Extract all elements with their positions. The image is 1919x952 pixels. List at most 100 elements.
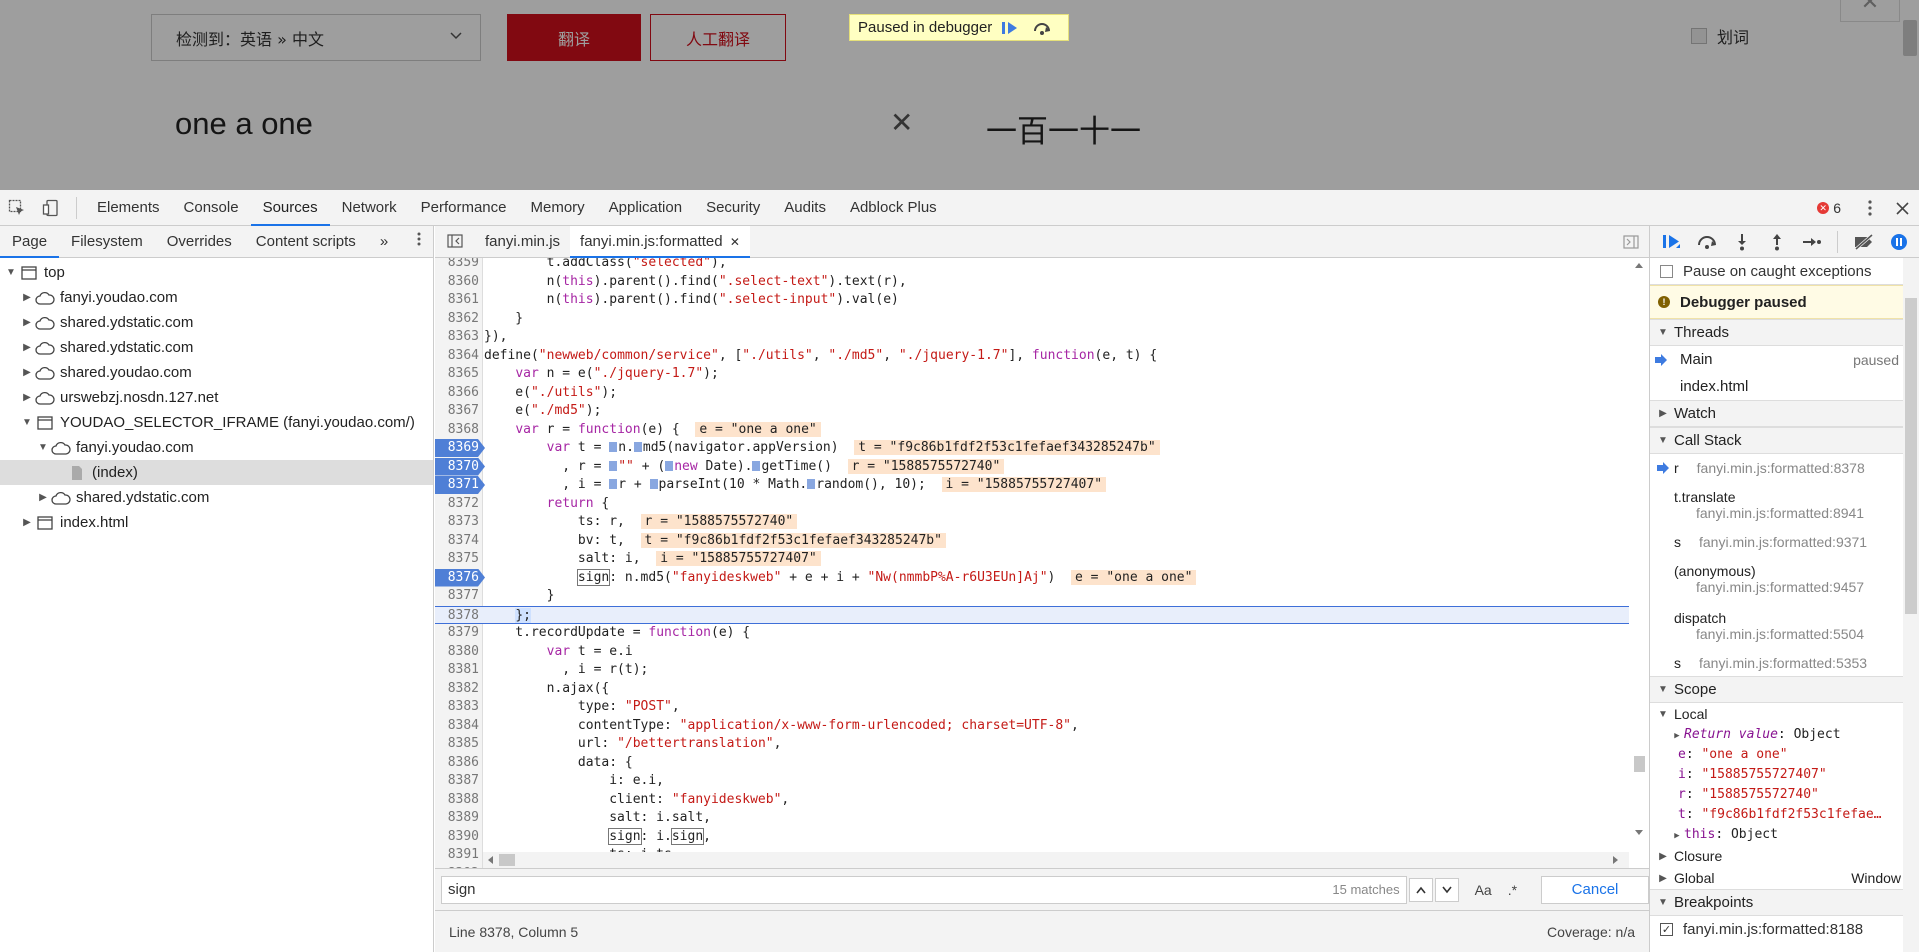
tab-elements[interactable]: Elements <box>85 190 172 226</box>
tab-adblock-plus[interactable]: Adblock Plus <box>838 190 949 226</box>
device-toolbar-icon[interactable] <box>34 190 68 226</box>
code-line[interactable]: 8382 n.ajax({ <box>435 680 1629 698</box>
scope-global-header[interactable]: ▶ Global Window <box>1650 867 1919 889</box>
code-line[interactable]: 8375 salt: i, i = "15885755727407" <box>435 550 1629 568</box>
regex-toggle[interactable]: .* <box>1508 882 1517 898</box>
code-line[interactable]: 8368 var r = function(e) { e = "one a on… <box>435 421 1629 439</box>
tree-item[interactable]: (index) <box>0 460 433 485</box>
code-line[interactable]: 8361 n(this).parent().find(".select-inpu… <box>435 291 1629 309</box>
code-horizontal-scrollbar[interactable] <box>483 852 1629 868</box>
code-line[interactable]: 8385 url: "/bettertranslation", <box>435 735 1629 753</box>
code-line[interactable]: 8381 , i = r(t); <box>435 661 1629 679</box>
line-number[interactable]: 8378 <box>435 607 479 625</box>
line-number[interactable]: 8391 <box>435 846 479 864</box>
code-line[interactable]: 8364 define("newweb/common/service", ["./… <box>435 347 1629 365</box>
human-translate-button[interactable]: 人工翻译 <box>650 14 786 61</box>
code-line[interactable]: 8363}), <box>435 328 1629 346</box>
tree-item[interactable]: ▶ fanyi.youdao.com <box>0 285 433 310</box>
scope-variable[interactable]: t: "f9c86b1fdf2f53c1fefae… <box>1650 805 1919 825</box>
source-text[interactable]: one a one <box>175 106 313 142</box>
sidebar-scrollbar[interactable] <box>1903 258 1919 952</box>
kebab-menu-icon[interactable] <box>1855 190 1885 226</box>
tree-item[interactable]: ▶ shared.ydstatic.com <box>0 485 433 510</box>
line-number[interactable]: 8365 <box>435 365 479 383</box>
step-over-icon[interactable] <box>1689 226 1724 258</box>
tree-item[interactable]: ▼ YOUDAO_SELECTOR_IFRAME (fanyi.youdao.co… <box>0 410 433 435</box>
tab-console[interactable]: Console <box>172 190 251 226</box>
code-line[interactable]: 8379 t.recordUpdate = function(e) { <box>435 624 1629 642</box>
search-input[interactable]: sign 15 matches <box>441 875 1407 904</box>
line-number[interactable]: 8361 <box>435 291 479 309</box>
code-line[interactable]: 8390 sign: i.sign, <box>435 827 1629 846</box>
scope-variable[interactable]: e: "one a one" <box>1650 745 1919 765</box>
tree-item[interactable]: ▶ index.html <box>0 510 433 535</box>
line-number[interactable]: 8377 <box>435 587 479 605</box>
tab-memory[interactable]: Memory <box>519 190 597 226</box>
line-number[interactable]: 8387 <box>435 772 479 790</box>
tree-item[interactable]: ▶ shared.youdao.com <box>0 360 433 385</box>
pause-on-caught-exceptions[interactable]: Pause on caught exceptions <box>1650 258 1919 285</box>
huaci-checkbox[interactable] <box>1691 28 1707 44</box>
scope-return-value[interactable]: ▶ Return value: Object <box>1650 725 1919 745</box>
code-area[interactable]: 8359 t.addClass("selected"), 8360 n(this)… <box>435 258 1649 868</box>
scope-this[interactable]: ▶ this: Object <box>1650 825 1919 845</box>
line-number[interactable]: 8380 <box>435 643 479 661</box>
code-line[interactable]: 8359 t.addClass("selected"), <box>435 258 1629 272</box>
language-select[interactable]: 检测到：英语 » 中文 <box>151 14 481 61</box>
line-number[interactable]: 8362 <box>435 310 479 328</box>
line-number[interactable]: 8359 <box>435 258 479 272</box>
tab-audits[interactable]: Audits <box>772 190 838 226</box>
error-counter[interactable]: ✕ 6 <box>1817 200 1841 216</box>
tab-network[interactable]: Network <box>330 190 409 226</box>
watch-section-header[interactable]: ▶ Watch <box>1650 400 1919 427</box>
line-number[interactable]: 8372 <box>435 495 479 513</box>
breakpoint-line-number[interactable]: 8371 <box>435 476 485 494</box>
line-number[interactable]: 8360 <box>435 273 479 291</box>
page-scrollbar[interactable] <box>1903 20 1917 56</box>
tree-item[interactable]: ▼ top <box>0 260 433 285</box>
threads-section-header[interactable]: ▼ Threads <box>1650 319 1919 346</box>
code-line[interactable]: 8367 e("./md5"); <box>435 402 1629 420</box>
call-frame[interactable]: dispatch fanyi.min.js:formatted:5504 <box>1650 602 1919 649</box>
line-number[interactable]: 8382 <box>435 680 479 698</box>
breakpoint-line-number[interactable]: 8369 <box>435 439 485 457</box>
toggle-debugger-icon[interactable] <box>1623 235 1639 253</box>
line-number[interactable]: 8364 <box>435 347 479 365</box>
line-number[interactable]: 8379 <box>435 624 479 642</box>
pause-on-exceptions-icon[interactable] <box>1881 226 1916 258</box>
code-line[interactable]: 8386 data: { <box>435 754 1629 772</box>
breakpoint-line-number[interactable]: 8376 <box>435 568 485 587</box>
scope-variable[interactable]: i: "15885755727407" <box>1650 765 1919 785</box>
line-number[interactable]: 8366 <box>435 384 479 402</box>
line-number[interactable]: 8385 <box>435 735 479 753</box>
code-line[interactable]: 8362 } <box>435 310 1629 328</box>
tree-item[interactable]: ▶ shared.ydstatic.com <box>0 335 433 360</box>
step-icon[interactable] <box>1794 226 1829 258</box>
line-number[interactable]: 8386 <box>435 754 479 772</box>
close-icon[interactable]: ✕ <box>1840 0 1900 22</box>
line-number[interactable]: 8374 <box>435 532 479 550</box>
line-number[interactable]: 8389 <box>435 809 479 827</box>
editor-tab[interactable]: fanyi.min.js <box>475 226 570 258</box>
navigator-tab-filesystem[interactable]: Filesystem <box>59 226 155 258</box>
code-line[interactable]: 8374 bv: t, t = "f9c86b1fdf2f53c1fefaef3… <box>435 532 1629 550</box>
breakpoint-line-number[interactable]: 8370 <box>435 457 485 476</box>
line-number[interactable]: 8363 <box>435 328 479 346</box>
code-vertical-scrollbar[interactable] <box>1629 258 1649 868</box>
line-number[interactable]: 8388 <box>435 791 479 809</box>
scope-local-header[interactable]: ▼ Local <box>1650 703 1919 725</box>
match-case-toggle[interactable]: Aa <box>1475 882 1492 898</box>
navigator-tab-content-scripts[interactable]: Content scripts <box>244 226 368 258</box>
line-number[interactable]: 8375 <box>435 550 479 568</box>
editor-tab[interactable]: fanyi.min.js:formatted ✕ <box>570 225 750 258</box>
navigator-menu-icon[interactable] <box>405 226 433 258</box>
line-number[interactable]: 8373 <box>435 513 479 531</box>
code-line[interactable]: 8369 var t = n. md5(navigator.appVersion)… <box>435 439 1629 457</box>
clear-input-icon[interactable]: ✕ <box>890 106 913 139</box>
code-line[interactable]: 8378 }; <box>435 605 1629 625</box>
code-line[interactable]: 8365 var n = e("./jquery-1.7"); <box>435 365 1629 383</box>
scope-closure-header[interactable]: ▶ Closure <box>1650 845 1919 867</box>
navigator-tab-overrides[interactable]: Overrides <box>155 226 244 258</box>
breakpoint-item[interactable]: ✓ fanyi.min.js:formatted:8188 <box>1650 916 1919 943</box>
code-line[interactable]: 8372 return { <box>435 495 1629 513</box>
